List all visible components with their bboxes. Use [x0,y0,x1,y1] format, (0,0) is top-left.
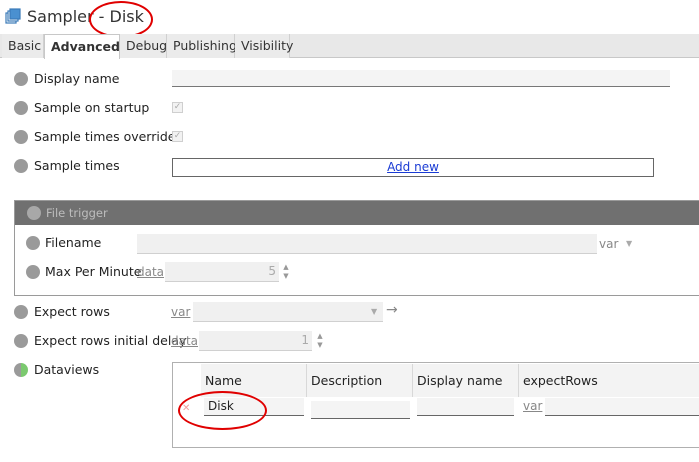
expect-rows-initial-delay-input[interactable]: 1 [199,331,312,351]
tab-basic[interactable]: Basic [2,34,44,58]
sample-on-startup-status-dot [14,101,28,115]
max-per-minute-input[interactable]: 5 [165,262,279,282]
dataview-expect-rows-mode[interactable]: var [523,399,542,413]
max-per-minute-label: Max Per Minute [45,264,142,279]
annotation-circle-title [89,1,153,38]
annotation-circle-disk [178,391,267,430]
title-bar: Sampler - Disk [0,0,699,38]
sample-times-label: Sample times [34,158,120,173]
max-per-minute-spinner[interactable]: ▲ ▼ [281,263,291,283]
expect-rows-label: Expect rows [34,304,110,319]
dataview-expect-rows-input[interactable] [545,398,699,416]
dataviews-table-header: Name Description Display name expectRows [201,364,699,397]
table-row: Disk var [201,397,699,427]
file-trigger-header: File trigger [15,201,699,225]
dataview-display-name-input[interactable] [417,398,514,416]
max-per-minute-status-dot [26,265,40,279]
tab-advanced[interactable]: Advanced [44,34,120,59]
expect-rows-initial-delay-mode[interactable]: data [171,334,198,348]
expect-rows-mode[interactable]: var [171,305,190,319]
tab-bar: Basic Advanced Debug Publishing Visibili… [0,34,699,59]
filename-status-dot [26,236,40,250]
filename-input[interactable] [137,234,597,254]
dataviews-label: Dataviews [34,362,100,377]
dataviews-status-dot [14,363,28,377]
column-header-description[interactable]: Description [307,364,413,397]
sampler-stack-icon [5,8,21,24]
display-name-status-dot [14,72,28,86]
chevron-down-icon[interactable]: ▼ [626,239,632,248]
expect-rows-initial-delay-status-dot [14,334,28,348]
sample-on-startup-checkbox[interactable]: ✓ [172,102,183,113]
expect-rows-status-dot [14,305,28,319]
file-trigger-title: File trigger [46,206,108,220]
expect-rows-select[interactable] [193,302,383,322]
title-name: Sampler [27,7,94,26]
add-new-link[interactable]: Add new [387,160,439,174]
sample-times-list: Add new [172,158,654,177]
file-trigger-panel: File trigger Filename var ▼ Max Per Minu… [14,200,699,296]
tab-publishing[interactable]: Publishing [167,34,237,58]
sample-on-startup-label: Sample on startup [34,100,150,115]
display-name-label: Display name [34,71,120,86]
right-arrow-icon[interactable]: → [386,302,398,318]
dataview-description-input[interactable] [311,401,410,419]
filename-label: Filename [45,235,102,250]
filename-mode[interactable]: var [599,237,618,251]
file-trigger-status-dot [27,206,41,220]
sample-times-override-status-dot [14,130,28,144]
sample-times-override-checkbox[interactable]: ✓ [172,131,183,142]
sample-times-override-label: Sample times override [34,129,176,144]
chevron-down-icon[interactable]: ▼ [371,307,377,316]
max-per-minute-mode[interactable]: data [137,265,164,279]
tab-debug[interactable]: Debug [120,34,167,58]
expect-rows-initial-delay-label: Expect rows initial delay [34,333,187,348]
column-header-display-name[interactable]: Display name [413,364,519,397]
tab-visibility[interactable]: Visibility [235,34,293,58]
expect-rows-initial-delay-spinner[interactable]: ▲ ▼ [315,332,325,352]
column-header-expect-rows[interactable]: expectRows [519,364,699,397]
display-name-input[interactable] [172,70,670,87]
sample-times-status-dot [14,159,28,173]
